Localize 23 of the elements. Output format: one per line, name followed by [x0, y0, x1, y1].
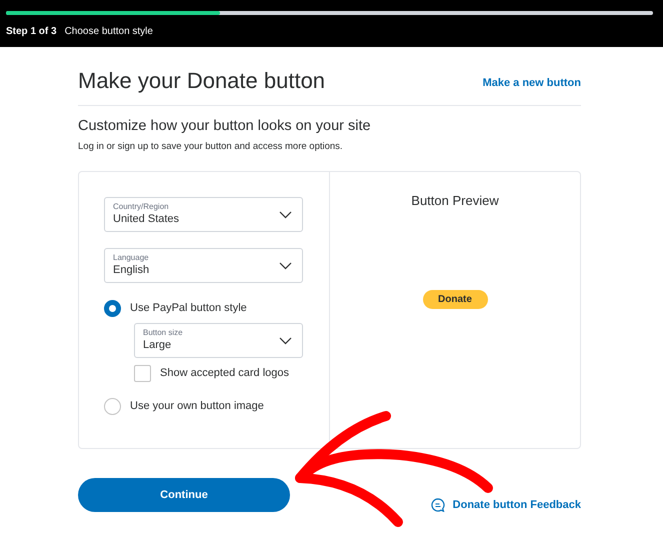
radio-label: Use PayPal button style	[130, 301, 247, 316]
step-label: Step 1 of 3	[6, 25, 57, 39]
donate-button[interactable]: Donate	[422, 290, 488, 308]
radio-button[interactable]	[104, 398, 121, 415]
chevron-down-icon	[279, 211, 292, 219]
checkbox-label: Show accepted card logos	[160, 366, 290, 382]
chevron-down-icon	[279, 262, 292, 270]
continue-button[interactable]: Continue	[78, 478, 290, 512]
preview-title: Button Preview	[411, 192, 499, 210]
radio-label: Use your own button image	[130, 399, 264, 414]
note-text: Log in or sign up to save your button and access more options.	[78, 140, 344, 154]
select-field[interactable]: Language English	[104, 248, 303, 283]
make-new-button-link[interactable]: Make a new button	[482, 74, 581, 97]
radio-button[interactable]	[104, 300, 121, 317]
feedback-link[interactable]: Donate button Feedback	[452, 497, 581, 514]
select-field[interactable]: Button size Large	[134, 323, 303, 358]
subtitle: Customize how your button looks on your site	[78, 117, 372, 136]
page-title: Make your Donate button	[78, 67, 326, 95]
chat-icon	[430, 498, 445, 512]
select-field[interactable]: Country/Region United States	[104, 197, 303, 232]
checkbox[interactable]	[134, 365, 151, 382]
chevron-down-icon	[279, 337, 292, 345]
step-title: Choose button style	[64, 25, 153, 39]
